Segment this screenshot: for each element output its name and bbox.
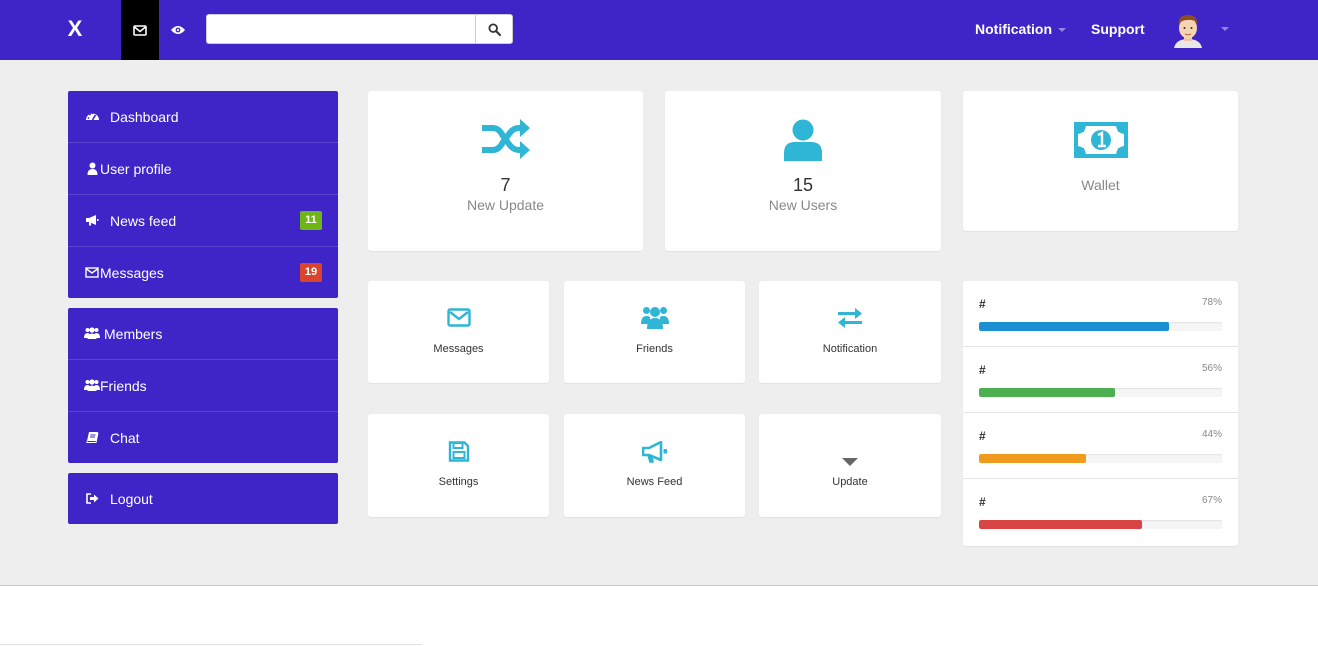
progress-label: # [979, 297, 986, 311]
sidebar-item-label: Messages [100, 265, 164, 281]
progress-label: # [979, 363, 986, 377]
stat-card-new-update: 7 New Update [368, 91, 643, 251]
tile-label: Messages [433, 343, 484, 355]
stat-label: New Update [466, 197, 545, 213]
sidebar-item-label: Friends [100, 378, 147, 394]
users-icon [84, 378, 100, 392]
progress-bar [979, 388, 1222, 397]
progress-percent: 56% [1201, 363, 1222, 374]
tile-news-feed[interactable]: News Feed [564, 414, 745, 517]
main-content: Dashboard User profile News feed 11 Mess… [0, 60, 1318, 586]
nav-messages-button[interactable] [121, 0, 159, 60]
progress-percent: 78% [1201, 297, 1222, 308]
search-icon [487, 22, 501, 36]
sidebar-group-main: Dashboard User profile News feed 11 Mess… [68, 91, 338, 298]
sidebar-item-chat[interactable]: Chat [68, 412, 338, 464]
sign-out-icon [84, 491, 100, 505]
progress-bar-fill [979, 454, 1086, 463]
progress-label: # [979, 495, 986, 509]
envelope-icon [84, 265, 100, 279]
tile-messages[interactable]: Messages [368, 281, 549, 383]
status-badge: 19 [300, 263, 322, 282]
sidebar-item-label: User profile [100, 161, 172, 177]
avatar[interactable] [1172, 12, 1204, 48]
stat-value: 15 [792, 175, 814, 195]
sidebar-group-account: Logout [68, 473, 338, 524]
support-link[interactable]: Support [1091, 20, 1145, 38]
chevron-down-icon [1058, 28, 1066, 33]
envelope-icon [133, 24, 147, 36]
sidebar-item-label: Dashboard [110, 109, 179, 125]
progress-row: # 44% [963, 413, 1238, 479]
progress-row: # 56% [963, 347, 1238, 413]
search-button[interactable] [475, 14, 513, 44]
sidebar-group-social: Members Friends Chat [68, 308, 338, 463]
envelope-icon [446, 308, 471, 332]
random-icon [481, 117, 531, 166]
users-icon [640, 306, 669, 334]
progress-bar [979, 520, 1222, 529]
sidebar-item-logout[interactable]: Logout [68, 473, 338, 524]
sidebar-item-user-profile[interactable]: User profile [68, 143, 338, 195]
status-badge: 11 [300, 211, 322, 230]
top-navbar: X Notification Support [0, 0, 1318, 60]
sidebar-item-dashboard[interactable]: Dashboard [68, 91, 338, 143]
eye-icon [171, 26, 185, 34]
money-icon [1073, 122, 1128, 163]
sidebar-item-label: News feed [110, 213, 177, 229]
stat-label: Wallet [1081, 177, 1120, 193]
sidebar-item-messages[interactable]: Messages 19 [68, 247, 338, 299]
notification-menu[interactable]: Notification [975, 20, 1066, 38]
tile-label: Update [832, 476, 868, 488]
progress-row: # 67% [963, 479, 1238, 545]
nav-view-button[interactable] [159, 0, 197, 60]
bullhorn-icon [641, 440, 668, 468]
sidebar-item-label: Chat [110, 430, 140, 446]
tile-label: News Feed [626, 476, 683, 488]
user-icon [84, 161, 100, 175]
stat-card-wallet: Wallet [963, 91, 1238, 231]
sidebar-item-label: Logout [110, 491, 153, 507]
tile-settings[interactable]: Settings [368, 414, 549, 517]
tile-label: Notification [822, 343, 878, 355]
brand-logo[interactable]: X [66, 16, 84, 42]
progress-bar [979, 322, 1222, 331]
sidebar-item-news-feed[interactable]: News feed 11 [68, 195, 338, 247]
progress-row: # 78% [963, 281, 1238, 347]
notification-menu-label: Notification [975, 21, 1052, 37]
progress-percent: 44% [1201, 429, 1222, 440]
book-icon [84, 430, 100, 444]
dashboard-icon [84, 109, 100, 123]
sidebar-item-label: Members [104, 326, 163, 342]
progress-panel: # 78% # 56% # 44% # 67% [963, 281, 1238, 546]
bullhorn-icon [84, 213, 100, 227]
users-icon [84, 326, 100, 340]
chevron-down-icon[interactable] [1221, 27, 1229, 31]
caret-down-icon [842, 453, 858, 471]
footer-divider [0, 644, 422, 645]
progress-bar-fill [979, 520, 1142, 529]
tile-label: Settings [438, 476, 479, 488]
sidebar-item-members[interactable]: Members [68, 308, 338, 360]
tile-friends[interactable]: Friends [564, 281, 745, 383]
progress-bar-fill [979, 388, 1116, 397]
progress-percent: 67% [1201, 495, 1222, 506]
progress-bar [979, 454, 1222, 463]
progress-bar-fill [979, 322, 1169, 331]
exchange-icon [837, 308, 863, 333]
stat-card-new-users: 15 New Users [665, 91, 941, 251]
save-icon [448, 441, 469, 467]
progress-label: # [979, 429, 986, 443]
stat-label: New Users [768, 197, 838, 213]
tile-notification[interactable]: Notification [759, 281, 941, 383]
search-input[interactable] [206, 14, 476, 44]
stat-value: 7 [500, 175, 511, 195]
tile-update[interactable]: Update [759, 414, 941, 517]
user-icon [784, 119, 822, 166]
sidebar-item-friends[interactable]: Friends [68, 360, 338, 412]
tile-label: Friends [636, 343, 673, 355]
